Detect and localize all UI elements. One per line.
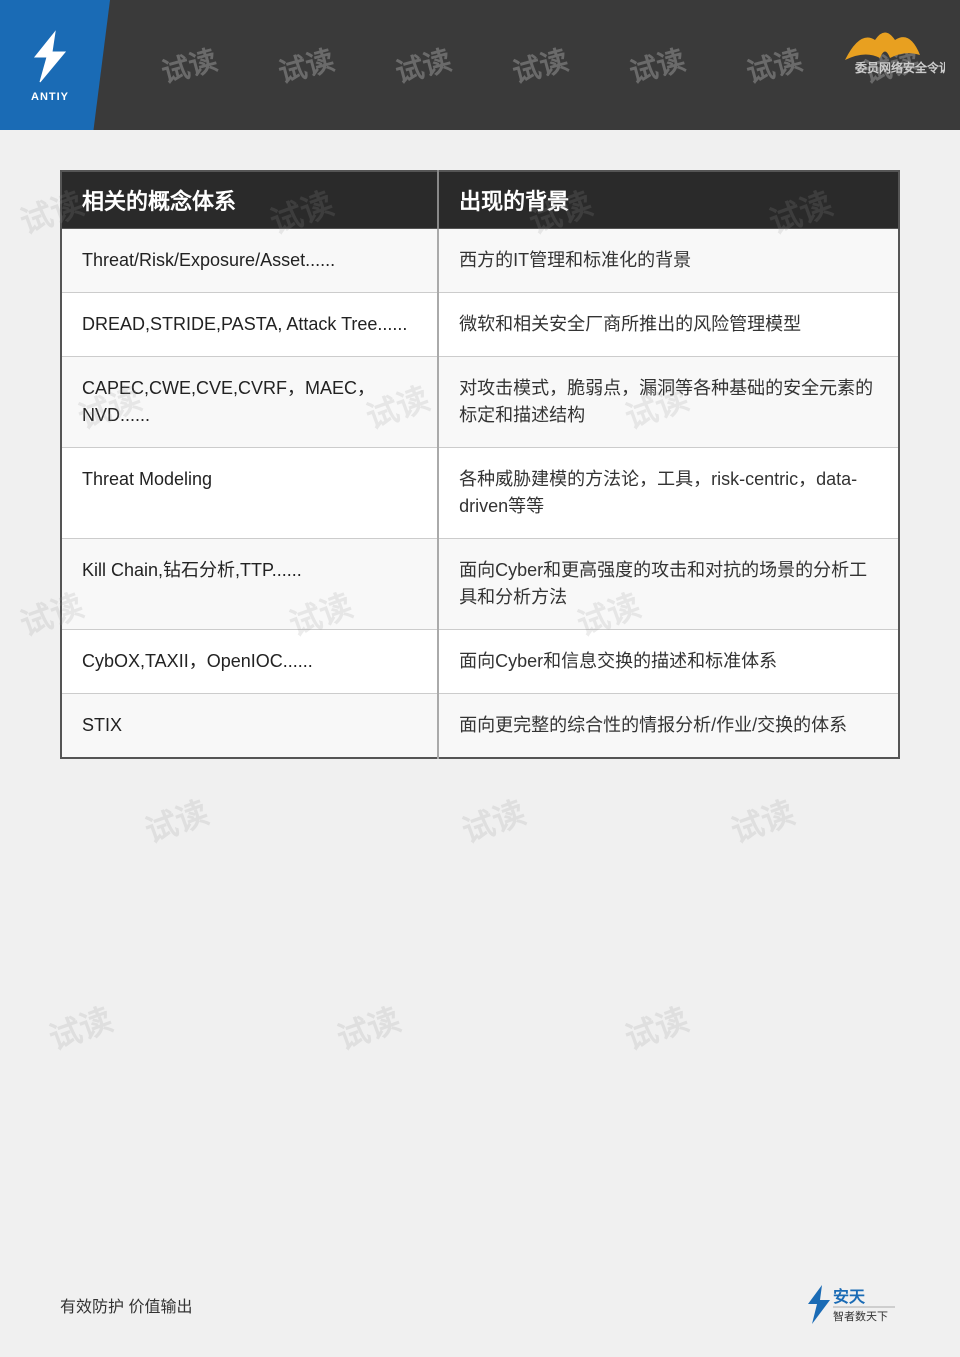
concept-cell: Threat/Risk/Exposure/Asset...... bbox=[61, 229, 438, 293]
footer: 有效防护 价值输出 安天 智者数天下 bbox=[0, 1282, 960, 1327]
header-watermark-4: 试读 bbox=[508, 38, 572, 91]
svg-text:安天: 安天 bbox=[833, 1287, 866, 1306]
background-cell: 西方的IT管理和标准化的背景 bbox=[438, 229, 899, 293]
main-content: 试读 试读 试读 试读 试读 试读 试读 试读 试读 试读 试读 试读 试读 试… bbox=[0, 130, 960, 1280]
header-watermark-2: 试读 bbox=[273, 38, 337, 91]
background-cell: 各种威胁建模的方法论，工具，risk-centric，data-driven等等 bbox=[438, 448, 899, 539]
concept-cell: Kill Chain,钻石分析,TTP...... bbox=[61, 539, 438, 630]
concept-cell: CybOX,TAXII，OpenIOC...... bbox=[61, 630, 438, 694]
page-wm-16: 试读 bbox=[618, 994, 694, 1059]
concept-cell: Threat Modeling bbox=[61, 448, 438, 539]
page-wm-11: 试读 bbox=[138, 787, 214, 852]
svg-text:智者数天下: 智者数天下 bbox=[833, 1309, 888, 1323]
background-cell: 对攻击模式，脆弱点，漏洞等各种基础的安全元素的标定和描述结构 bbox=[438, 357, 899, 448]
corner-logo-main: 委员网络安全令训营第四期 bbox=[835, 20, 945, 81]
table-row: CAPEC,CWE,CVE,CVRF，MAEC，NVD......对攻击模式，脆… bbox=[61, 357, 899, 448]
footer-logo: 安天 智者数天下 bbox=[800, 1282, 900, 1327]
page-wm-12: 试读 bbox=[455, 787, 531, 852]
concept-cell: DREAD,STRIDE,PASTA, Attack Tree...... bbox=[61, 293, 438, 357]
table-row: STIX面向更完整的综合性的情报分析/作业/交换的体系 bbox=[61, 694, 899, 759]
footer-tagline: 有效防护 价值输出 bbox=[60, 1293, 192, 1317]
logo-text: ANTIY bbox=[31, 91, 69, 103]
col1-header: 相关的概念体系 bbox=[61, 171, 438, 229]
table-row: DREAD,STRIDE,PASTA, Attack Tree......微软和… bbox=[61, 293, 899, 357]
page-wm-15: 试读 bbox=[330, 994, 406, 1059]
background-cell: 微软和相关安全厂商所推出的风险管理模型 bbox=[438, 293, 899, 357]
header-watermark-1: 试读 bbox=[156, 38, 220, 91]
corner-logo: 委员网络安全令训营第四期 bbox=[830, 10, 950, 90]
header-watermark-6: 试读 bbox=[742, 38, 806, 91]
corner-logo-svg: 委员网络安全令训营第四期 bbox=[835, 20, 945, 75]
header-watermark-5: 试读 bbox=[625, 38, 689, 91]
table-row: Threat/Risk/Exposure/Asset......西方的IT管理和… bbox=[61, 229, 899, 293]
antiy-logo-icon bbox=[20, 27, 80, 87]
col2-header: 出现的背景 bbox=[438, 171, 899, 229]
table-row: CybOX,TAXII，OpenIOC......面向Cyber和信息交换的描述… bbox=[61, 630, 899, 694]
logo-area: ANTIY bbox=[0, 0, 110, 130]
header-watermark-3: 试读 bbox=[391, 38, 455, 91]
footer-logo-svg: 安天 智者数天下 bbox=[800, 1282, 900, 1327]
concept-table: 相关的概念体系 出现的背景 Threat/Risk/Exposure/Asset… bbox=[60, 170, 900, 759]
svg-text:委员网络安全令训营第四期: 委员网络安全令训营第四期 bbox=[854, 60, 945, 75]
header: ANTIY 试读 试读 试读 试读 试读 试读 试读 委员网络安全令训营第四期 bbox=[0, 0, 960, 130]
table-header-row: 相关的概念体系 出现的背景 bbox=[61, 171, 899, 229]
background-cell: 面向更完整的综合性的情报分析/作业/交换的体系 bbox=[438, 694, 899, 759]
concept-cell: CAPEC,CWE,CVE,CVRF，MAEC，NVD...... bbox=[61, 357, 438, 448]
background-cell: 面向Cyber和信息交换的描述和标准体系 bbox=[438, 630, 899, 694]
background-cell: 面向Cyber和更高强度的攻击和对抗的场景的分析工具和分析方法 bbox=[438, 539, 899, 630]
table-row: Kill Chain,钻石分析,TTP......面向Cyber和更高强度的攻击… bbox=[61, 539, 899, 630]
page-wm-13: 试读 bbox=[724, 787, 800, 852]
concept-cell: STIX bbox=[61, 694, 438, 759]
page-wm-14: 试读 bbox=[42, 994, 118, 1059]
table-row: Threat Modeling各种威胁建模的方法论，工具，risk-centri… bbox=[61, 448, 899, 539]
